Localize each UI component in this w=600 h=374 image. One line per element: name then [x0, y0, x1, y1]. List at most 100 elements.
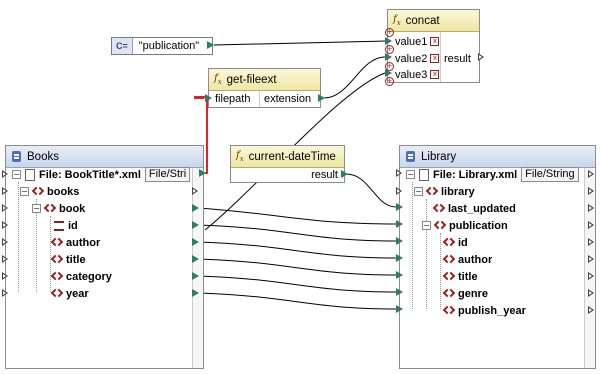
- library-component[interactable]: Library − File: Library.xml File/String …: [399, 145, 596, 369]
- library-output-connector[interactable]: [588, 221, 594, 229]
- library-node-title[interactable]: title: [444, 268, 478, 285]
- books-input-connector[interactable]: [2, 221, 8, 229]
- books-node-year[interactable]: year: [52, 285, 89, 302]
- concat-function[interactable]: fx concat value1 x value2 x value3 x result: [387, 9, 480, 83]
- library-genre-input-connector[interactable]: [396, 288, 403, 296]
- books-book-output-connector[interactable]: [192, 204, 199, 212]
- get-fileext-titlebar[interactable]: fx get-fileext: [209, 69, 320, 91]
- current-datetime-title: current-dateTime: [248, 150, 336, 163]
- books-input-connector[interactable]: [2, 204, 8, 212]
- books-node-title[interactable]: title: [52, 251, 86, 268]
- books-scrollbar[interactable]: [192, 168, 203, 368]
- books-input-connector[interactable]: [2, 289, 8, 297]
- constant-value[interactable]: "publication": [133, 40, 199, 52]
- books-file-row[interactable]: − File: BookTitle*.xml File/Stri: [12, 166, 191, 183]
- library-title-input-connector[interactable]: [396, 271, 403, 279]
- constant-output-connector[interactable]: [207, 41, 214, 49]
- element-icon: [434, 203, 445, 214]
- element-icon: [444, 288, 455, 299]
- library-node-genre[interactable]: genre: [444, 285, 488, 302]
- library-output-connector[interactable]: [588, 170, 594, 178]
- books-component[interactable]: Books − File: BookTitle*.xml File/Stri −…: [5, 145, 204, 369]
- library-node-publish-year[interactable]: publish_year: [444, 302, 526, 319]
- library-output-connector[interactable]: [588, 306, 594, 314]
- get-fileext-function[interactable]: fx get-fileext filepath extension: [208, 68, 321, 108]
- library-output-connector[interactable]: [588, 238, 594, 246]
- books-books-output-connector[interactable]: [192, 187, 198, 195]
- get-fileext-extension-connector[interactable]: [318, 94, 325, 102]
- library-output-connector[interactable]: [588, 187, 594, 195]
- library-output-connector[interactable]: [588, 272, 594, 280]
- collapse-icon[interactable]: −: [414, 187, 423, 196]
- concat-output-result[interactable]: result: [444, 50, 471, 67]
- concat-titlebar[interactable]: fx concat: [388, 10, 479, 32]
- books-node-id[interactable]: id: [54, 217, 78, 234]
- concat-input-value2[interactable]: value2 x: [395, 50, 440, 67]
- delete-input-icon[interactable]: x: [430, 37, 440, 46]
- library-scrollbar[interactable]: [584, 168, 595, 368]
- current-datetime-titlebar[interactable]: fx current-dateTime: [231, 146, 344, 168]
- library-titlebar[interactable]: Library: [400, 146, 595, 168]
- books-file-output-connector[interactable]: [199, 169, 206, 177]
- add-parameter-icon[interactable]: +: [385, 77, 394, 86]
- collapse-icon[interactable]: −: [406, 170, 415, 179]
- add-parameter-icon[interactable]: +: [385, 28, 394, 37]
- add-parameter-icon[interactable]: +: [385, 62, 394, 71]
- concat-value1-connector[interactable]: [385, 37, 392, 45]
- books-title-output-connector[interactable]: [192, 255, 199, 263]
- concat-title: concat: [405, 14, 440, 27]
- books-file-mode-button[interactable]: File/Stri: [144, 167, 191, 182]
- library-library-input-connector[interactable]: [396, 187, 402, 195]
- collapse-icon[interactable]: −: [32, 204, 41, 213]
- concat-input-value1[interactable]: value1 x: [395, 33, 440, 50]
- get-fileext-input-filepath[interactable]: filepath: [215, 90, 250, 107]
- library-file-input-connector[interactable]: [396, 169, 402, 177]
- library-publish-year-input-connector[interactable]: [396, 305, 403, 313]
- delete-input-icon[interactable]: x: [430, 54, 440, 63]
- books-titlebar[interactable]: Books: [6, 146, 203, 168]
- books-input-connector[interactable]: [2, 255, 8, 263]
- current-datetime-function[interactable]: fx current-dateTime result: [230, 145, 345, 183]
- library-id-input-connector[interactable]: [396, 237, 403, 245]
- books-node-books[interactable]: − books: [20, 183, 79, 200]
- library-last-updated-input-connector[interactable]: [396, 203, 403, 211]
- collapse-icon[interactable]: −: [12, 170, 21, 179]
- library-author-input-connector[interactable]: [396, 254, 403, 262]
- books-author-output-connector[interactable]: [192, 238, 199, 246]
- books-id-output-connector[interactable]: [192, 221, 199, 229]
- library-node-id[interactable]: id: [444, 234, 468, 251]
- library-publication-input-connector[interactable]: [396, 220, 403, 228]
- current-datetime-output-result[interactable]: result: [311, 166, 338, 183]
- constant-component[interactable]: C= "publication": [111, 37, 213, 55]
- collapse-icon[interactable]: −: [422, 221, 431, 230]
- library-file-mode-button[interactable]: File/String: [521, 167, 579, 182]
- concat-input-value3[interactable]: value3 x: [395, 66, 440, 83]
- current-datetime-result-connector[interactable]: [341, 170, 348, 178]
- books-input-connector[interactable]: [2, 238, 8, 246]
- books-node-category[interactable]: category: [52, 268, 112, 285]
- books-year-output-connector[interactable]: [192, 289, 199, 297]
- library-output-connector[interactable]: [588, 255, 594, 263]
- concat-value2-connector[interactable]: [385, 53, 392, 61]
- get-fileext-output-extension[interactable]: extension: [264, 90, 311, 107]
- collapse-icon[interactable]: −: [20, 187, 29, 196]
- books-input-connector[interactable]: [2, 272, 8, 280]
- library-output-connector[interactable]: [588, 204, 594, 212]
- concat-result-connector[interactable]: [478, 53, 484, 61]
- add-parameter-icon[interactable]: +: [385, 45, 394, 54]
- books-category-output-connector[interactable]: [192, 272, 199, 280]
- constant-icon: C=: [112, 38, 133, 54]
- books-node-book[interactable]: − book: [32, 200, 85, 217]
- get-fileext-filepath-connector[interactable]: [205, 94, 212, 102]
- function-icon: fx: [214, 73, 222, 86]
- library-node-author[interactable]: author: [444, 251, 492, 268]
- delete-input-icon[interactable]: x: [430, 70, 440, 79]
- library-file-row[interactable]: − File: Library.xml File/String: [406, 166, 579, 183]
- books-input-connector[interactable]: [2, 170, 8, 178]
- library-node-last-updated[interactable]: last_updated: [434, 200, 516, 217]
- library-output-connector[interactable]: [588, 289, 594, 297]
- library-node-library[interactable]: − library: [414, 183, 475, 200]
- books-input-connector[interactable]: [2, 187, 8, 195]
- library-node-publication[interactable]: − publication: [422, 217, 508, 234]
- books-node-author[interactable]: author: [52, 234, 100, 251]
